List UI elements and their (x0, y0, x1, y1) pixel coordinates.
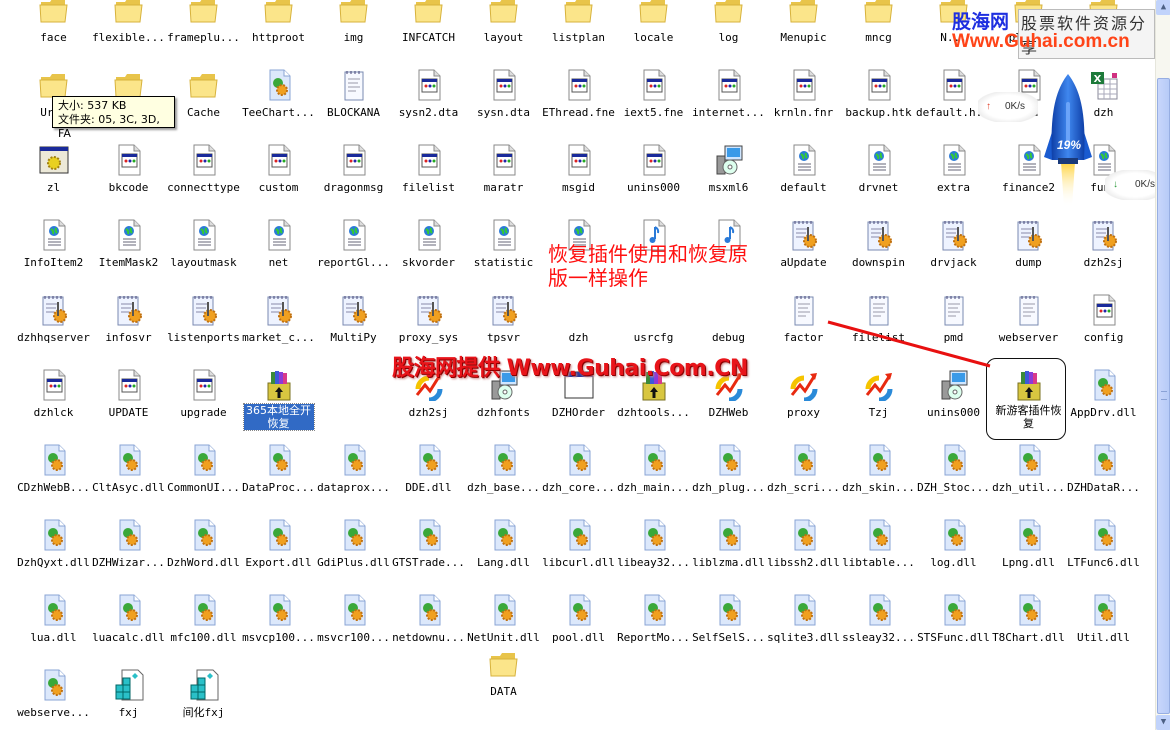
tooltip-size: 大小: 537 KB (58, 99, 127, 112)
progress-percent: 19% (1057, 138, 1082, 152)
download-speed: 0K/s (1135, 179, 1155, 190)
watermark: 股海网提供 Www.Guhai.Com.CN (392, 356, 748, 381)
download-speed-cloud: ↓ 0K/s (1105, 170, 1155, 200)
scroll-down-button[interactable]: ▼ (1156, 715, 1170, 730)
upload-speed: 0K/s (1005, 101, 1026, 112)
tooltip: 大小: 537 KB 文件夹: 05, 3C, 3D, FA (52, 96, 175, 140)
logo-url: Www.Guhai.com.cn (952, 31, 1130, 52)
scroll-up-button[interactable]: ▲ (1156, 0, 1170, 15)
grip-icon (1161, 391, 1167, 400)
upload-speed-cloud: ↑ 0K/s (978, 92, 1038, 122)
tooltip-folders: 文件夹: 05, 3C, 3D, FA (58, 113, 160, 140)
upload-arrow-icon: ↑ (986, 101, 991, 112)
logo-brand: 股海网 (952, 11, 1010, 33)
annotation-line-1: 恢复插件使用和恢复原 (548, 242, 748, 266)
annotation-line-2: 版一样操作 (548, 266, 648, 290)
file-list-view: face flexible... frameplu... httproot img INF… (0, 0, 1155, 730)
annotation-text: 恢复插件使用和恢复原 版一样操作 (548, 242, 748, 290)
scrollbar-thumb[interactable] (1157, 78, 1170, 714)
vertical-scrollbar[interactable]: ▲ ▼ (1155, 0, 1170, 730)
download-arrow-icon: ↓ (1113, 179, 1118, 190)
